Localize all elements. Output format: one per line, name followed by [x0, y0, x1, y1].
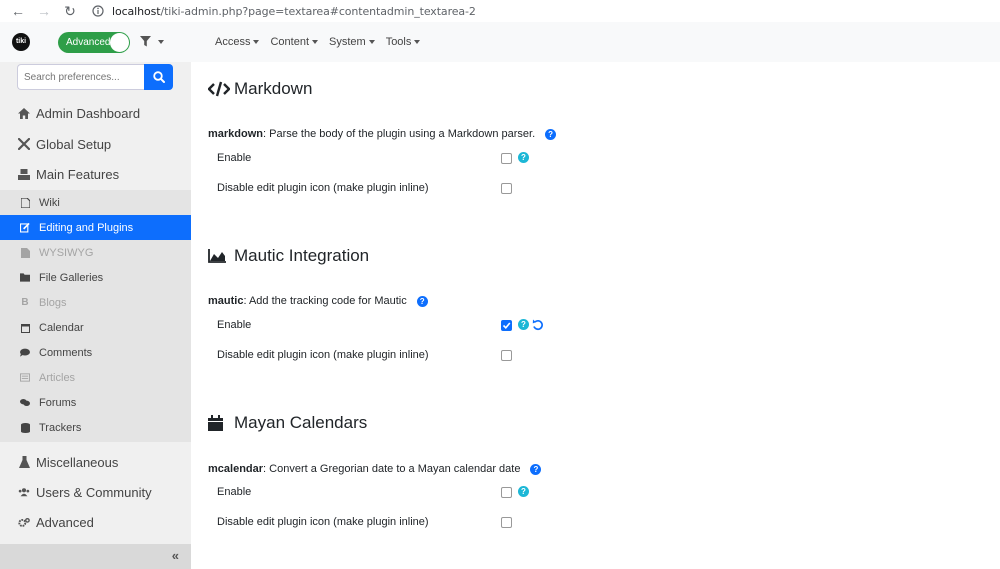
chevron-down-icon [158, 39, 164, 44]
menu-system[interactable]: System [329, 36, 375, 48]
filter-icon [140, 36, 151, 47]
calendar-icon [208, 414, 230, 432]
info-help-icon[interactable]: ? [518, 152, 529, 163]
reset-default-icon[interactable] [532, 319, 544, 331]
pref-desc-markdown: markdown: Parse the body of the plugin u… [208, 128, 557, 140]
home-icon [18, 107, 30, 119]
sidebar-item-articles[interactable]: Articles [0, 365, 191, 390]
sidebar-collapse-bar[interactable]: « [0, 544, 191, 569]
folder-icon [20, 273, 30, 283]
sidebar-item-global-setup[interactable]: Global Setup [0, 133, 191, 155]
inline-label-markdown: Disable edit plugin icon (make plugin in… [217, 182, 429, 194]
sidebar-item-users-community[interactable]: Users & Community [0, 481, 191, 503]
sidebar-item-admin-dashboard[interactable]: Admin Dashboard [0, 102, 191, 124]
back-arrow-icon[interactable]: ← [10, 4, 26, 18]
sidebar-item-comments[interactable]: Comments [0, 340, 191, 365]
edit-icon [20, 222, 30, 233]
chevron-down-icon [368, 40, 375, 44]
sidebar-item-trackers[interactable]: Trackers [0, 415, 191, 440]
inline-checkbox-mautic[interactable] [501, 350, 512, 361]
tiki-logo[interactable]: tiki [12, 33, 30, 51]
chevron-down-icon [253, 40, 260, 44]
help-icon[interactable]: ? [545, 128, 557, 140]
sidebar-item-forums[interactable]: Forums [0, 390, 191, 415]
inline-label-mautic: Disable edit plugin icon (make plugin in… [217, 349, 429, 361]
chevron-down-icon [414, 40, 421, 44]
menu-content[interactable]: Content [270, 36, 318, 48]
site-info-icon[interactable] [92, 5, 104, 17]
section-title-markdown: Markdown [208, 79, 312, 99]
admin-sidebar: Admin Dashboard Global Setup Main Featur… [0, 62, 191, 569]
tools-icon [18, 138, 30, 150]
sidebar-item-miscellaneous[interactable]: Miscellaneous [0, 451, 191, 473]
toggle-label: Advanced [66, 37, 111, 48]
address-bar[interactable]: localhost/tiki-admin.php?page=textarea#c… [112, 5, 476, 18]
collapse-icon: « [171, 548, 179, 563]
menu-access[interactable]: Access [215, 36, 260, 48]
sidebar-item-calendar[interactable]: Calendar [0, 315, 191, 340]
reload-icon[interactable]: ↻ [62, 4, 78, 18]
sidebar-item-wysiwyg[interactable]: WYSIWYG [0, 240, 191, 265]
forward-arrow-icon[interactable]: → [36, 4, 52, 18]
calendar-icon [20, 323, 30, 333]
help-icon[interactable]: ? [416, 295, 428, 307]
bitcoin-icon: B [21, 297, 29, 308]
toggle-knob [110, 33, 129, 52]
inline-checkbox-mcalendar[interactable] [501, 517, 512, 528]
preference-search [17, 64, 173, 90]
area-chart-icon [208, 247, 230, 265]
chevron-down-icon [312, 40, 318, 44]
inline-label-mcalendar: Disable edit plugin icon (make plugin in… [217, 516, 429, 528]
enable-label-mcalendar: Enable [217, 486, 252, 498]
flask-icon [18, 456, 30, 468]
search-input[interactable] [17, 64, 144, 90]
search-button[interactable] [144, 64, 173, 90]
section-title-mautic: Mautic Integration [208, 246, 369, 266]
enable-checkbox-mautic[interactable] [501, 320, 512, 331]
check-icon [502, 322, 511, 329]
file-icon [20, 197, 30, 208]
search-icon [152, 71, 165, 83]
sidebar-item-file-galleries[interactable]: File Galleries [0, 265, 191, 290]
pref-desc-mcalendar: mcalendar: Convert a Gregorian date to a… [208, 463, 542, 475]
menu-tools[interactable]: Tools [386, 36, 421, 48]
file-icon [20, 247, 30, 258]
enable-checkbox-markdown[interactable] [501, 153, 512, 164]
enable-checkbox-mcalendar[interactable] [501, 487, 512, 498]
comments-icon [20, 398, 30, 408]
advanced-mode-toggle[interactable]: Advanced [58, 32, 130, 53]
browser-url-bar: ← → ↻ localhost/tiki-admin.php?page=text… [0, 0, 1000, 22]
sidebar-item-editing-and-plugins[interactable]: Editing and Plugins [0, 215, 191, 240]
filter-dropdown[interactable] [140, 36, 164, 47]
sidebar-item-blogs[interactable]: B Blogs [0, 290, 191, 315]
help-icon[interactable]: ? [530, 463, 542, 475]
cogs-icon [18, 516, 30, 528]
enable-label-markdown: Enable [217, 152, 252, 164]
admin-menus: Access Content System Tools [215, 36, 421, 48]
section-title-mayan: Mayan Calendars [208, 413, 367, 433]
top-navbar: tiki Advanced Access Content System Tool… [0, 22, 1000, 62]
newspaper-icon [20, 373, 30, 383]
code-icon [208, 80, 230, 98]
database-icon [20, 422, 30, 433]
features-icon [18, 168, 30, 180]
sidebar-item-advanced[interactable]: Advanced [0, 511, 191, 533]
info-help-icon[interactable]: ? [518, 486, 529, 497]
enable-label-mautic: Enable [217, 319, 252, 331]
info-help-icon[interactable]: ? [518, 319, 529, 330]
users-icon [18, 486, 30, 498]
sidebar-item-wiki[interactable]: Wiki [0, 190, 191, 215]
main-content: Markdown markdown: Parse the body of the… [191, 62, 1000, 569]
inline-checkbox-markdown[interactable] [501, 183, 512, 194]
comment-icon [20, 348, 30, 358]
pref-desc-mautic: mautic: Add the tracking code for Mautic… [208, 295, 428, 307]
sidebar-item-main-features[interactable]: Main Features [0, 163, 191, 185]
